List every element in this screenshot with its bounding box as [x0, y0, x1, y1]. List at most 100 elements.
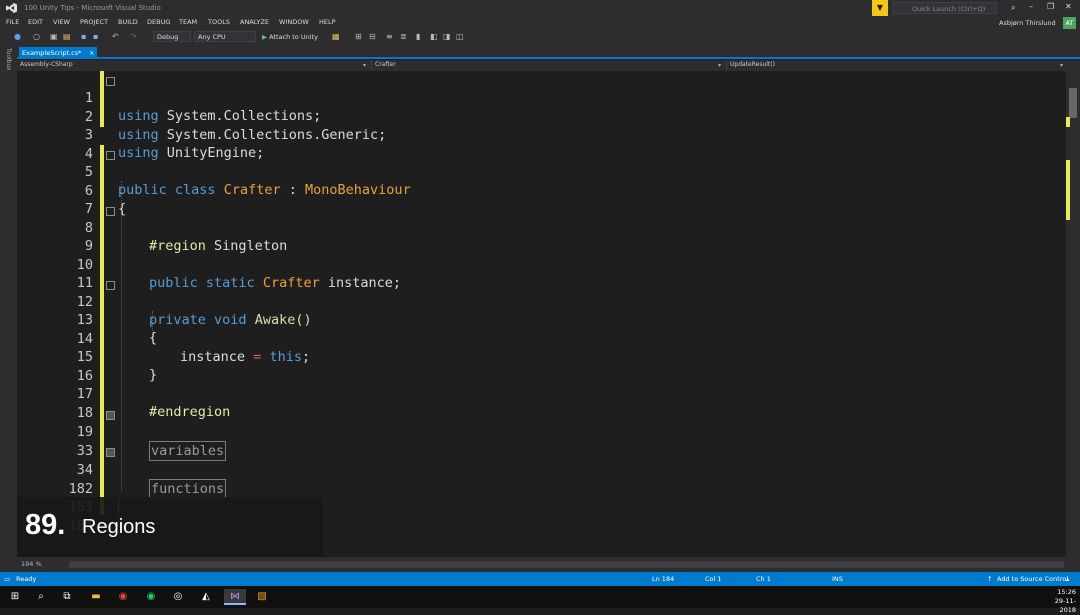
open-folder-icon[interactable]: ▤ [63, 32, 71, 41]
feedback-flag-icon[interactable]: ▼ [872, 0, 888, 16]
prev-bookmark-icon[interactable]: ◧ [430, 32, 438, 41]
user-name[interactable]: Asbjørn Thirslund [999, 19, 1056, 27]
menu-analyze[interactable]: ANALYZE [240, 18, 269, 26]
tab-examplescript[interactable]: ExampleScript.cs* × [19, 47, 97, 59]
close-icon[interactable]: ✕ [1065, 2, 1072, 11]
menu-tools[interactable]: TOOLS [208, 18, 230, 26]
menu-debug[interactable]: DEBUG [147, 18, 170, 26]
uncomment-icon[interactable]: ≣ [400, 32, 407, 41]
code-line: 2 using System.Collections.Generic; [17, 90, 1066, 143]
vertical-scrollbar[interactable] [1066, 71, 1080, 557]
toolbox-tab[interactable]: Toolbox [4, 48, 12, 78]
menu-project[interactable]: PROJECT [80, 18, 108, 26]
code-line: 1 using System.Collections; [17, 71, 1066, 124]
forward-icon[interactable]: ○ [33, 32, 40, 41]
close-tab-icon[interactable]: × [89, 49, 94, 57]
project-label: Assembly-CSharp [20, 61, 73, 68]
back-icon[interactable]: ● [14, 32, 21, 41]
menu-team[interactable]: TEAM [179, 18, 197, 26]
save-all-icon[interactable]: ▪ [93, 32, 98, 41]
menu-file[interactable]: FILE [6, 18, 19, 26]
add-to-source-control-button[interactable]: Add to Source Control [997, 575, 1068, 583]
chevron-down-icon[interactable]: ▾ [363, 62, 366, 69]
status-insert-mode: INS [832, 575, 843, 583]
redo-icon[interactable]: ↷ [130, 32, 137, 41]
new-project-icon[interactable]: ▣ [50, 32, 58, 41]
code-line: 12 private void Awake() [17, 275, 1066, 328]
scrollbar-thumb[interactable] [1069, 88, 1077, 118]
spotify-icon[interactable]: ◉ [143, 589, 159, 605]
windows-start-icon[interactable]: ⊞ [7, 589, 23, 605]
bookmark-icon[interactable]: ⊟ [369, 32, 376, 41]
code-line: 14 instance = this; [17, 312, 1066, 365]
code-line: 183 } [17, 480, 1066, 533]
toolbar: ● ○ ▣ ▤ ▪ ▪ ↶ ↷ Debug Any CPU ▶ Attach t… [0, 29, 1080, 45]
quick-launch-input[interactable]: Quick Launch (Ctrl+Q) [893, 2, 997, 14]
code-line: 182 [17, 462, 1066, 497]
zoom-level[interactable]: 194 % [21, 560, 42, 568]
menu-bar: FILE EDIT VIEW PROJECT BUILD DEBUG TEAM … [0, 16, 1080, 29]
code-line: 16 [17, 349, 1066, 384]
tip-title: Regions [82, 516, 156, 538]
menu-help[interactable]: HELP [319, 18, 336, 26]
save-icon[interactable]: ▪ [81, 32, 86, 41]
editor-bottom-bar: 194 % [17, 557, 1080, 572]
platform-select[interactable]: Any CPU [194, 31, 256, 42]
visual-studio-icon [6, 3, 17, 13]
tab-label: ExampleScript.cs* [22, 49, 82, 57]
task-view-icon[interactable]: ⧉ [59, 589, 75, 605]
play-icon: ▶ [262, 33, 267, 41]
attach-to-unity-button[interactable]: ▶ Attach to Unity [262, 33, 318, 41]
clock-date: 29-11-2018 [1054, 597, 1076, 614]
configuration-select[interactable]: Debug [153, 31, 191, 42]
undo-icon[interactable]: ↶ [112, 32, 119, 41]
horizontal-scrollbar[interactable] [69, 561, 1064, 568]
unity-hub-icon[interactable]: ◎ [170, 589, 186, 605]
status-bar: ▭ Ready Ln 184 Col 1 Ch 1 INS ↑ Add to S… [0, 572, 1080, 586]
chevron-down-icon[interactable]: ▾ [1060, 62, 1063, 69]
sublime-text-icon[interactable]: ▧ [254, 589, 270, 605]
comment-icon[interactable]: ≡ [386, 32, 393, 41]
title-bar: 100 Unity Tips - Microsoft Visual Studio… [0, 0, 1080, 16]
clear-bookmarks-icon[interactable]: ◫ [456, 32, 464, 41]
scrollbar-change-marker [1066, 160, 1070, 220]
code-line: 7 [17, 182, 1066, 217]
chevron-down-icon[interactable]: ▾ [718, 62, 721, 69]
file-explorer-icon[interactable]: ▬ [88, 589, 104, 605]
minimize-icon[interactable]: – [1029, 2, 1033, 11]
search-icon[interactable]: ⌕ [1011, 3, 1015, 13]
chevron-up-icon[interactable]: ▴ [1066, 575, 1069, 583]
code-line: 18 [17, 386, 1066, 421]
tool-icon[interactable]: ▦ [332, 32, 340, 41]
menu-window[interactable]: WINDOW [279, 18, 309, 26]
bookmark-toggle-icon[interactable]: ▮ [416, 32, 420, 41]
left-tool-strip [0, 45, 17, 572]
status-line: Ln 184 [652, 575, 675, 583]
navigation-bar: Assembly-CSharp ▾ Crafter ▾ UpdateResult… [17, 60, 1080, 71]
menu-edit[interactable]: EDIT [28, 18, 43, 26]
code-line: 11 [17, 256, 1066, 291]
menu-build[interactable]: BUILD [118, 18, 138, 26]
next-bookmark-icon[interactable]: ◨ [443, 32, 451, 41]
project-dropdown[interactable]: Assembly-CSharp [17, 61, 372, 70]
code-line: 8 #region Singleton [17, 201, 1066, 254]
system-clock[interactable]: 15:26 29-11-2018 [1040, 588, 1076, 615]
member-dropdown[interactable]: UpdateResult() [727, 61, 1080, 70]
visual-studio-taskbar-icon[interactable]: ⋈ [224, 589, 246, 605]
find-icon[interactable]: ⊞ [355, 32, 362, 41]
class-dropdown[interactable]: Crafter [372, 61, 727, 70]
code-editor[interactable]: 1 using System.Collections; 2 using Syst… [17, 71, 1066, 557]
taskbar: ⊞ ⌕ ⧉ ▬ ◉ ◉ ◎ ◭ ⋈ ▧ 15:26 29-11-2018 [0, 586, 1080, 614]
menu-view[interactable]: VIEW [53, 18, 70, 26]
code-line: 15 } [17, 330, 1066, 383]
unity-icon[interactable]: ◭ [198, 589, 214, 605]
chrome-icon[interactable]: ◉ [115, 589, 131, 605]
class-label: Crafter [375, 61, 396, 68]
clock-time: 15:26 [1057, 588, 1076, 596]
search-icon[interactable]: ⌕ [33, 589, 49, 605]
tip-caption: 89. Regions [17, 497, 323, 557]
status-column: Col 1 [705, 575, 722, 583]
restore-icon[interactable]: ❐ [1047, 2, 1054, 11]
code-line: 5 public class Crafter : MonoBehaviour [17, 145, 1066, 198]
avatar[interactable]: AT [1063, 17, 1076, 29]
